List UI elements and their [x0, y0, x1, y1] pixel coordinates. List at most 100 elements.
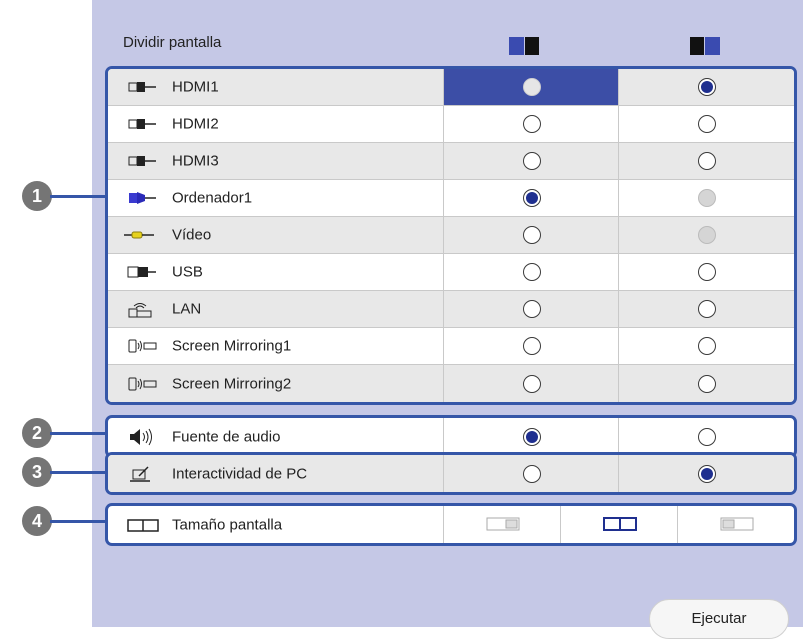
- usb-icon: [127, 266, 156, 278]
- source-row: HDMI1: [108, 69, 794, 106]
- hdmi-icon: [128, 119, 156, 129]
- source-left-radio[interactable]: [522, 263, 541, 281]
- interactive-right-radio[interactable]: [698, 464, 716, 483]
- split-right-larger-icon: [720, 517, 753, 530]
- source-left-cell[interactable]: [443, 254, 619, 290]
- source-left-cell[interactable]: [443, 365, 619, 402]
- source-left-radio[interactable]: [522, 115, 541, 133]
- callout-2-line: [50, 432, 106, 435]
- audio-right-radio[interactable]: [698, 427, 716, 446]
- source-right-radio[interactable]: [698, 152, 716, 170]
- source-right-radio[interactable]: [698, 78, 716, 96]
- screen-mirroring-icon: [128, 339, 157, 353]
- callout-1-line: [50, 195, 106, 198]
- source-cell: HDMI2: [108, 106, 443, 142]
- source-left-cell[interactable]: [443, 328, 619, 364]
- source-row: Screen Mirroring1: [108, 328, 794, 365]
- vga-computer-icon: [129, 192, 156, 204]
- execute-button[interactable]: Ejecutar: [649, 599, 789, 639]
- source-left-cell[interactable]: [443, 143, 619, 179]
- source-right-cell[interactable]: [618, 180, 794, 216]
- source-right-cell[interactable]: [618, 254, 794, 290]
- callout-2: 2: [22, 418, 52, 448]
- size-group: Tamaño pantalla: [105, 503, 797, 546]
- source-label: HDMI1: [172, 78, 219, 96]
- audio-label: Fuente de audio: [172, 428, 281, 445]
- source-row: Ordenador1: [108, 180, 794, 217]
- source-right-cell[interactable]: [618, 217, 794, 253]
- source-right-cell[interactable]: [618, 143, 794, 179]
- source-right-radio[interactable]: [698, 300, 716, 318]
- source-label: Screen Mirroring2: [172, 375, 292, 392]
- source-cell: Screen Mirroring1: [108, 328, 443, 364]
- callout-3: 3: [22, 457, 52, 487]
- source-cell: Vídeo: [108, 217, 443, 253]
- source-right-radio[interactable]: [698, 115, 716, 133]
- source-right-radio[interactable]: [698, 337, 716, 355]
- callout-4: 4: [22, 506, 52, 536]
- audio-row: Fuente de audio: [108, 418, 794, 455]
- source-right-radio[interactable]: [698, 374, 716, 393]
- hdmi-icon: [128, 156, 156, 166]
- lan-icon: [128, 303, 152, 318]
- source-right-cell[interactable]: [618, 365, 794, 402]
- source-right-cell[interactable]: [618, 106, 794, 142]
- callout-1: 1: [22, 181, 52, 211]
- source-row: Screen Mirroring2: [108, 365, 794, 402]
- source-row: LAN: [108, 291, 794, 328]
- size-option-equal[interactable]: [560, 506, 678, 543]
- source-label: HDMI2: [172, 115, 219, 133]
- source-label: USB: [172, 263, 203, 281]
- pen-screen-icon: [130, 465, 150, 482]
- source-cell: HDMI3: [108, 143, 443, 179]
- source-left-radio[interactable]: [522, 300, 541, 318]
- source-label: Vídeo: [172, 226, 212, 244]
- hdmi-icon: [128, 82, 156, 92]
- source-label: HDMI3: [172, 152, 219, 170]
- source-row: USB: [108, 254, 794, 291]
- size-label: Tamaño pantalla: [172, 516, 283, 533]
- source-label: Ordenador1: [172, 189, 253, 207]
- source-left-cell[interactable]: [443, 217, 619, 253]
- interactive-row: Interactividad de PC: [108, 455, 794, 492]
- source-left-cell[interactable]: [443, 291, 619, 327]
- source-left-cell[interactable]: [443, 69, 619, 105]
- size-option-right-larger[interactable]: [677, 506, 794, 543]
- source-right-cell[interactable]: [618, 328, 794, 364]
- source-cell: LAN: [108, 291, 443, 327]
- source-label: Screen Mirroring1: [172, 337, 292, 355]
- source-cell: USB: [108, 254, 443, 290]
- split-right-active-icon: [690, 37, 720, 55]
- interactive-left-radio[interactable]: [522, 464, 541, 483]
- source-cell: Ordenador1: [108, 180, 443, 216]
- split-left-larger-icon: [486, 517, 519, 530]
- split-equal-icon: [602, 516, 637, 531]
- interactive-group: Interactividad de PC: [105, 452, 797, 495]
- source-right-radio[interactable]: [698, 226, 716, 244]
- source-left-radio[interactable]: [522, 374, 541, 393]
- source-left-radio[interactable]: [522, 152, 541, 170]
- source-left-radio[interactable]: [522, 226, 541, 244]
- size-option-left-larger[interactable]: [443, 506, 561, 543]
- source-right-cell[interactable]: [618, 291, 794, 327]
- source-row: HDMI3: [108, 143, 794, 180]
- source-right-radio[interactable]: [698, 263, 716, 281]
- speaker-icon: [130, 428, 152, 445]
- source-left-radio[interactable]: [522, 337, 541, 355]
- source-right-radio[interactable]: [698, 189, 716, 207]
- source-right-cell[interactable]: [618, 69, 794, 105]
- audio-left-radio[interactable]: [522, 427, 541, 446]
- callout-4-line: [50, 520, 106, 523]
- video-cable-icon: [124, 231, 154, 239]
- source-left-cell[interactable]: [443, 106, 619, 142]
- source-left-radio[interactable]: [522, 78, 541, 96]
- source-row: Vídeo: [108, 217, 794, 254]
- source-row: HDMI2: [108, 106, 794, 143]
- screen-size-icon: [127, 518, 159, 532]
- source-cell: Screen Mirroring2: [108, 365, 443, 402]
- source-left-cell[interactable]: [443, 180, 619, 216]
- split-left-active-icon: [509, 37, 539, 55]
- source-cell: HDMI1: [108, 69, 443, 105]
- interactive-label: Interactividad de PC: [172, 465, 308, 482]
- source-left-radio[interactable]: [522, 189, 541, 207]
